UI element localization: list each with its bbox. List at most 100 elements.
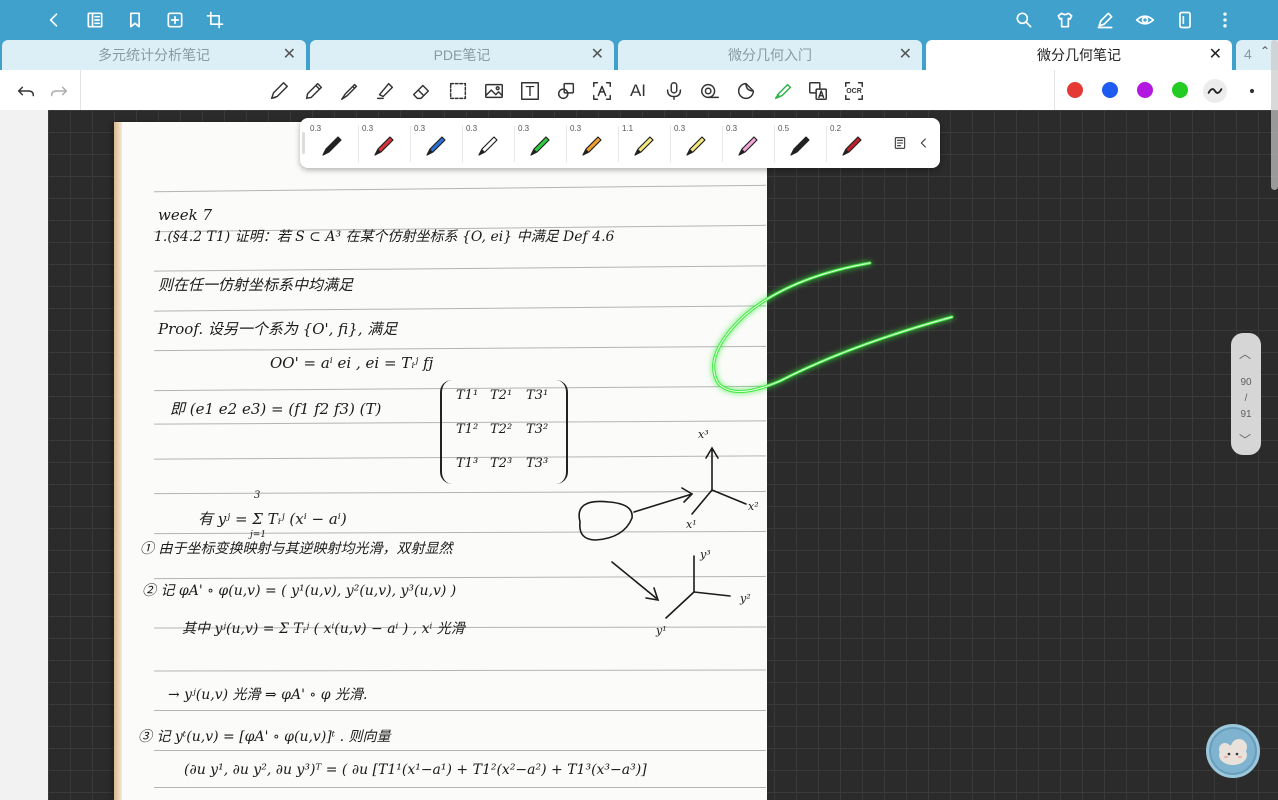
eraser-icon[interactable]: [409, 79, 433, 103]
color-swatch-blue[interactable]: [1102, 82, 1118, 98]
more-vert-icon[interactable]: [1213, 8, 1237, 32]
page-down-icon[interactable]: ﹀: [1239, 431, 1251, 448]
ruled-line: [154, 184, 766, 193]
divider: [1054, 70, 1055, 110]
pen-divider: [722, 126, 723, 162]
highlighter-icon[interactable]: [373, 79, 397, 103]
tab-pde[interactable]: PDE笔记 ✕: [310, 40, 614, 70]
pen-divider: [826, 126, 827, 162]
color-swatch-green[interactable]: [1172, 82, 1188, 98]
translate-icon[interactable]: [806, 79, 830, 103]
search-icon[interactable]: [1012, 8, 1036, 32]
axis-label: y³: [700, 548, 711, 561]
pen-list-icon[interactable]: [888, 131, 912, 155]
ocr-icon[interactable]: OCR: [842, 79, 866, 103]
text-tool-label: T: [525, 82, 535, 100]
text-recognition-icon[interactable]: [590, 79, 614, 103]
pen-icon: [842, 136, 862, 156]
more-dot-icon[interactable]: [1240, 79, 1264, 103]
crop-icon[interactable]: [203, 8, 227, 32]
page-separator: /: [1244, 393, 1248, 404]
image-icon[interactable]: [482, 79, 506, 103]
ai-tool[interactable]: AI: [626, 79, 650, 103]
laser-pointer-icon[interactable]: [771, 79, 795, 103]
pen-preset[interactable]: 1.1: [620, 118, 666, 168]
pen-preset[interactable]: 0.3: [308, 118, 354, 168]
bookmark-icon[interactable]: [123, 8, 147, 32]
tab-label: PDE笔记: [433, 47, 491, 63]
pen-preset[interactable]: 0.2: [828, 118, 874, 168]
pen-preset[interactable]: 0.3: [412, 118, 458, 168]
eye-icon[interactable]: [1133, 8, 1157, 32]
tab-label: 微分几何笔记: [1037, 47, 1121, 63]
page-up-icon[interactable]: ︿: [1239, 345, 1251, 362]
pencil-icon[interactable]: [302, 79, 326, 103]
lasso-select-icon[interactable]: [446, 79, 470, 103]
pen-preset[interactable]: 0.3: [568, 118, 614, 168]
note-line: 即 (e1 e2 e3) = (f1 f2 f3) (T): [170, 400, 382, 418]
add-page-icon[interactable]: [163, 8, 187, 32]
page-navigator[interactable]: ︿ 90 / 91 ﹀: [1231, 333, 1261, 455]
assistant-avatar-icon[interactable]: [1206, 724, 1260, 778]
note-line: → yʲ(u,v) 光滑 ⇒ φA' ∘ φ 光滑.: [168, 687, 368, 703]
color-swatch-red[interactable]: [1067, 82, 1083, 98]
document-tabs: 多元统计分析笔记 ✕ PDE笔记 ✕ 微分几何入门 ✕ 微分几何笔记 ✕ 4 ⌃: [0, 40, 1278, 70]
pen-preset[interactable]: 0.3: [464, 118, 510, 168]
note-line: ② 记 φA' ∘ φ(u,v) = ( y¹(u,v), y²(u,v), y…: [142, 583, 457, 599]
pen-preset[interactable]: 0.3: [516, 118, 562, 168]
text-box-icon[interactable]: T: [518, 79, 542, 103]
undo-icon[interactable]: [14, 79, 38, 103]
drag-handle[interactable]: [302, 132, 305, 154]
theme-shirt-icon[interactable]: [1053, 8, 1077, 32]
fountain-pen-icon[interactable]: [267, 79, 291, 103]
tape-icon[interactable]: [698, 79, 722, 103]
pen-preset[interactable]: 0.3: [672, 118, 718, 168]
close-icon[interactable]: ✕: [283, 45, 296, 65]
pen-edit-icon[interactable]: [1093, 8, 1117, 32]
collapse-chevron-icon[interactable]: [912, 131, 936, 155]
ruled-line: [154, 710, 766, 711]
book-outline-icon[interactable]: [83, 8, 107, 32]
close-icon[interactable]: ✕: [591, 45, 604, 65]
pen-icon: [530, 136, 550, 156]
note-page[interactable]: week 7 1.(§4.2 T1) 证明：若 S ⊂ A³ 在某个仿射坐标系 …: [114, 122, 767, 800]
tab-multivariate-stats[interactable]: 多元统计分析笔记 ✕: [2, 40, 306, 70]
matrix-cell: T2²: [490, 422, 513, 437]
redo-icon[interactable]: [47, 79, 71, 103]
color-swatch-purple[interactable]: [1137, 82, 1153, 98]
chevron-up-icon: ⌃: [1260, 44, 1271, 58]
transform-matrix: T1¹ T2¹ T3¹ T1² T2² T3² T1³ T2³ T3³: [440, 380, 568, 484]
close-icon[interactable]: ✕: [1209, 45, 1222, 65]
note-line: 则在任一仿射坐标系中均满足: [158, 276, 354, 294]
pen-preset[interactable]: 0.5: [776, 118, 822, 168]
pen-preset[interactable]: 0.3: [724, 118, 770, 168]
tab-diffgeo-intro[interactable]: 微分几何入门 ✕: [618, 40, 922, 70]
matrix-cell: T3²: [526, 422, 549, 437]
pen-divider: [358, 126, 359, 162]
sticker-icon[interactable]: [734, 79, 758, 103]
top-app-bar: [0, 0, 1278, 40]
paper-edge: [114, 122, 122, 800]
page-layout-icon[interactable]: [1173, 8, 1197, 32]
microphone-icon[interactable]: [662, 79, 686, 103]
pen-preset[interactable]: 0.3: [360, 118, 406, 168]
pen-divider: [462, 126, 463, 162]
sum-upper: 3: [254, 490, 261, 501]
close-icon[interactable]: ✕: [899, 45, 912, 65]
vertical-scrollbar[interactable]: [1271, 40, 1278, 190]
pen-icon: [738, 136, 758, 156]
matrix-cell: T2³: [490, 456, 513, 471]
ocr-label: OCR: [846, 87, 862, 95]
pen-divider: [670, 126, 671, 162]
note-line: week 7: [158, 206, 212, 224]
shape-tool-icon[interactable]: [554, 79, 578, 103]
ballpoint-pen-icon[interactable]: [338, 79, 362, 103]
green-ink-strokes: [712, 261, 954, 393]
note-line: 有 yʲ = Σ Tᵢʲ (xⁱ − aⁱ): [198, 510, 347, 528]
tab-diffgeo-notes[interactable]: 微分几何笔记 ✕: [926, 40, 1232, 70]
back-icon[interactable]: [42, 8, 66, 32]
stroke-style-icon[interactable]: [1203, 79, 1227, 103]
pen-presets-popup: 0.3 0.3 0.3 0.3 0.3 0.3 1.1 0.3 0.3 0.5 0.2: [300, 118, 940, 168]
note-line: (∂u y¹, ∂u y², ∂u y³)ᵀ = ( ∂u [T1¹(x¹−a¹…: [184, 762, 647, 778]
pen-divider: [618, 126, 619, 162]
